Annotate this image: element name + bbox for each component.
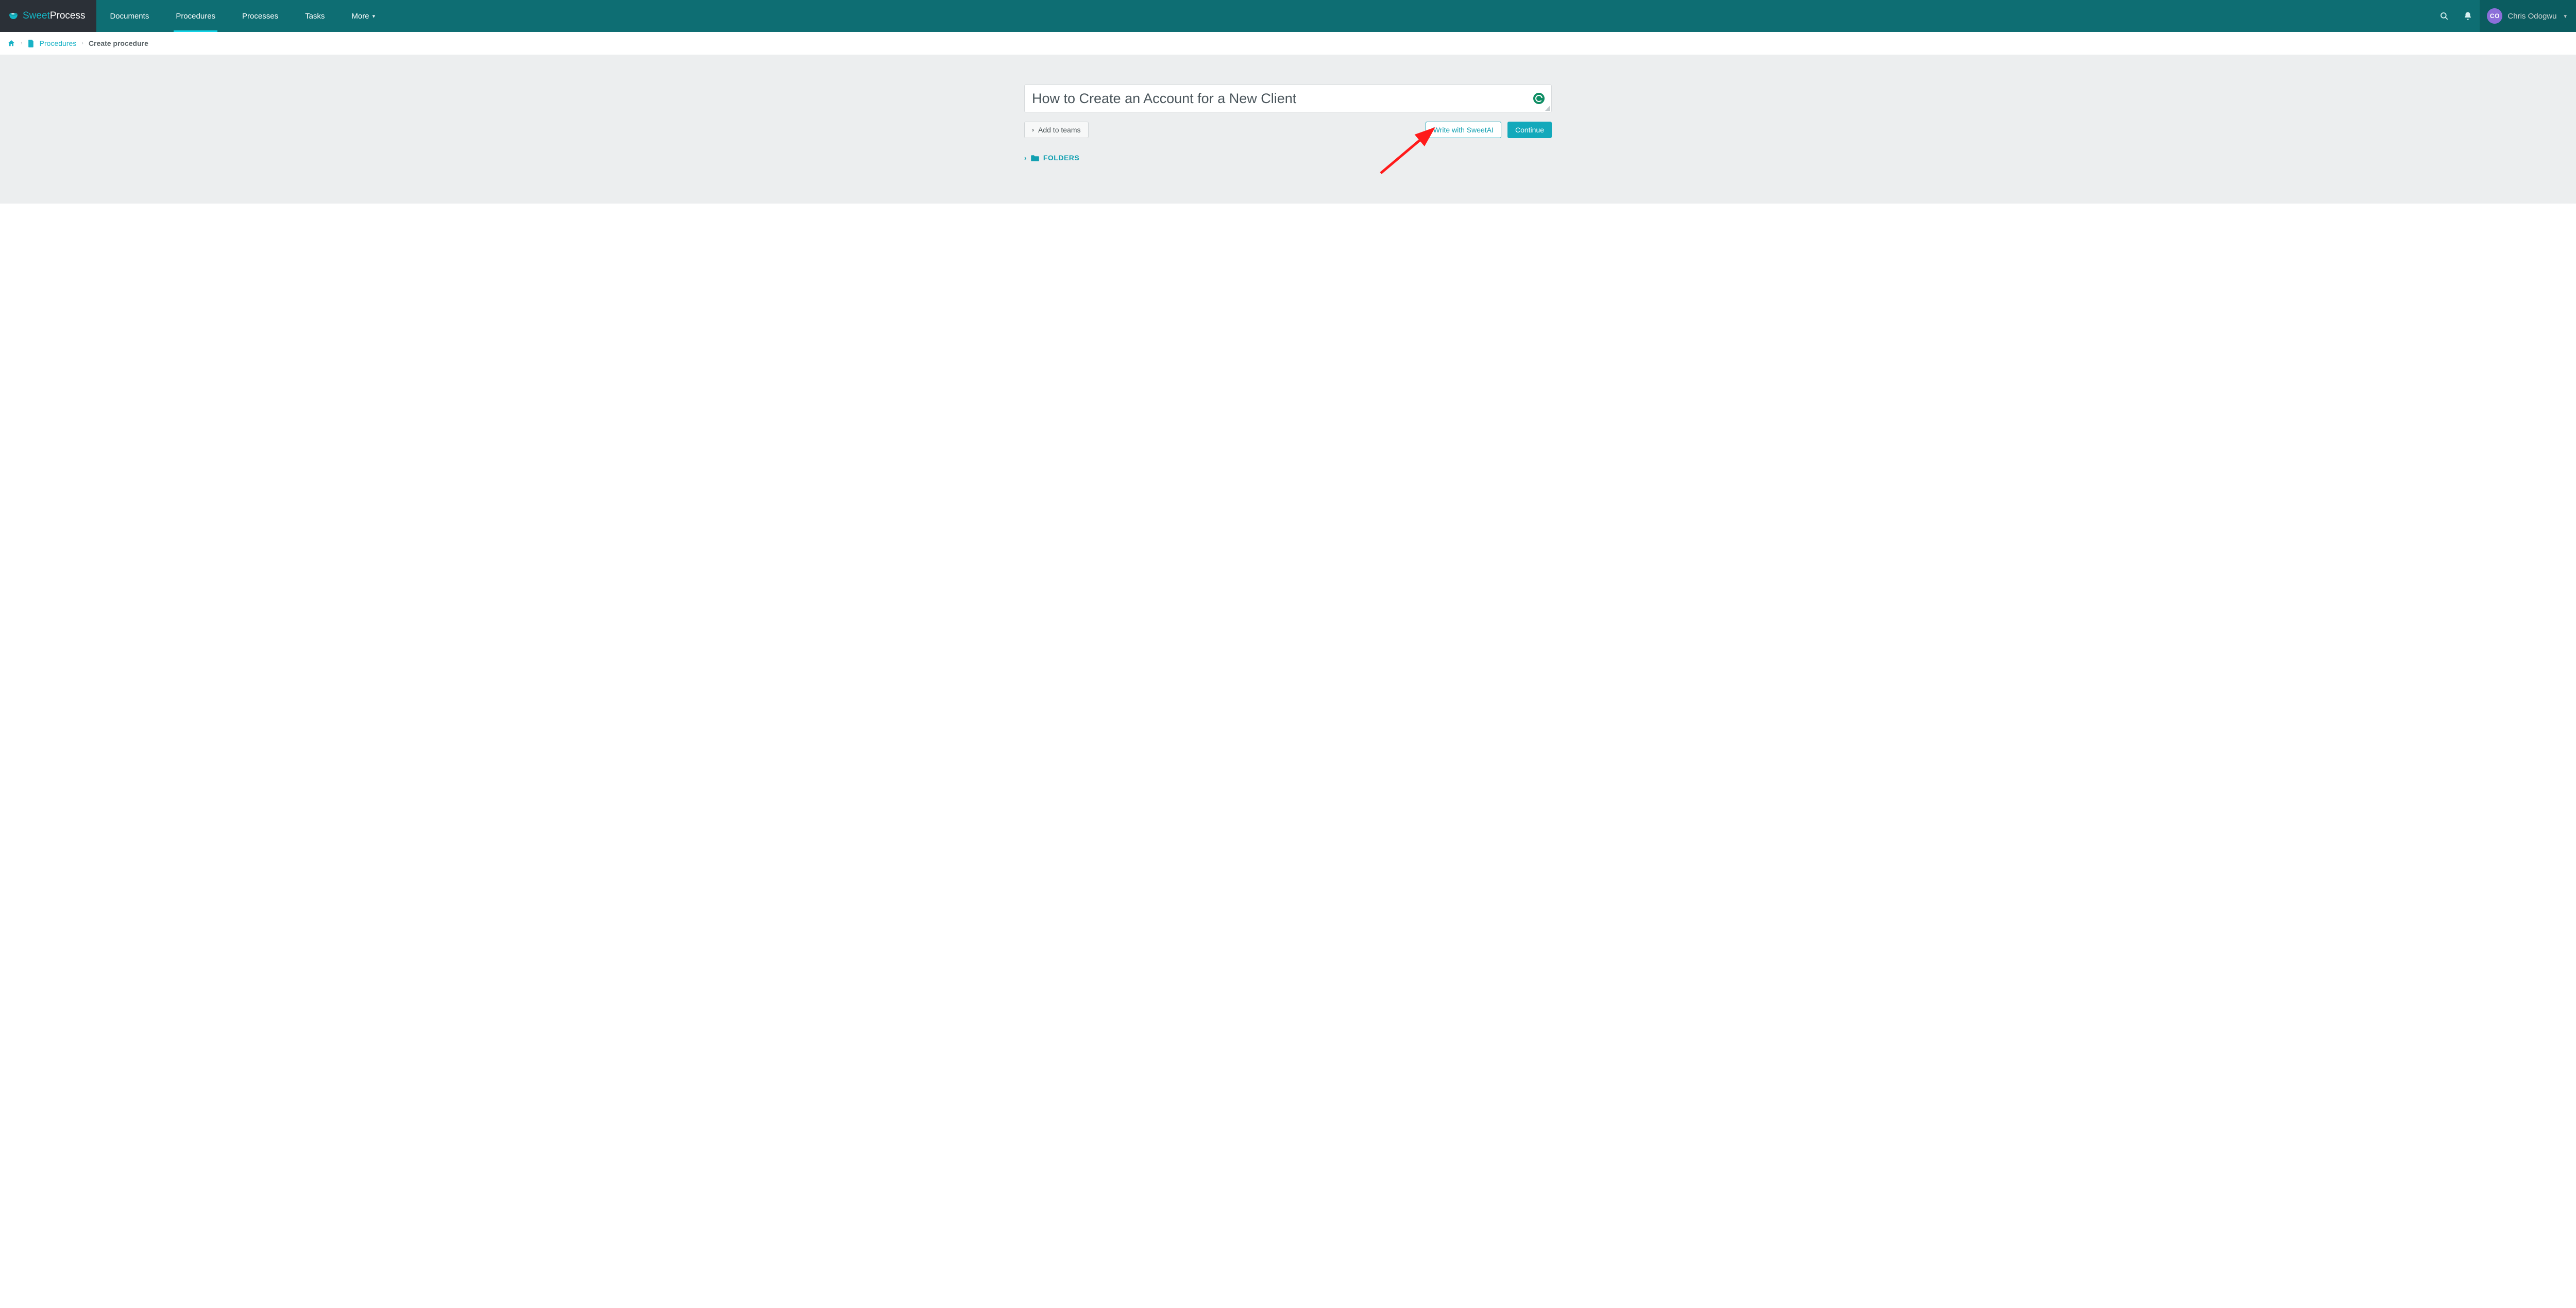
- chevron-down-icon: ▾: [372, 13, 376, 20]
- grammarly-badge[interactable]: [1533, 93, 1545, 104]
- folders-label: FOLDERS: [1043, 154, 1079, 162]
- top-nav: SweetProcess Documents Procedures Proces…: [0, 0, 2576, 32]
- search-icon: [2439, 11, 2449, 21]
- avatar: CO: [2487, 8, 2502, 24]
- title-input-wrap: [1024, 85, 1552, 112]
- nav-more-label: More: [351, 12, 369, 21]
- search-button[interactable]: [2432, 0, 2456, 32]
- breadcrumb-separator: ›: [81, 40, 83, 46]
- folders-toggle[interactable]: › FOLDERS: [1024, 154, 1079, 162]
- document-icon: [28, 40, 35, 47]
- add-to-teams-label: Add to teams: [1038, 126, 1081, 133]
- brand-logo[interactable]: SweetProcess: [0, 0, 96, 32]
- main-area: › Add to teams Write with SweetAI Contin…: [0, 55, 2576, 204]
- nav-procedures[interactable]: Procedures: [162, 0, 229, 32]
- home-icon: [7, 39, 15, 47]
- nav-processes[interactable]: Processes: [229, 0, 292, 32]
- breadcrumb-separator: ›: [21, 40, 23, 46]
- brand-text-sweet: Sweet: [23, 10, 50, 22]
- write-with-sweetai-button[interactable]: Write with SweetAI: [1426, 122, 1501, 138]
- brand-text-process: Process: [50, 10, 86, 22]
- folder-icon: [1031, 155, 1039, 161]
- nav-procedures-label: Procedures: [176, 12, 215, 21]
- notifications-button[interactable]: [2456, 0, 2480, 32]
- breadcrumb-home[interactable]: [7, 39, 15, 47]
- nav-processes-label: Processes: [242, 12, 278, 21]
- continue-button[interactable]: Continue: [1507, 122, 1552, 138]
- add-to-teams-button[interactable]: › Add to teams: [1024, 122, 1089, 138]
- user-menu[interactable]: CO Chris Odogwu ▾: [2480, 0, 2576, 32]
- breadcrumb-procedures-link[interactable]: Procedures: [40, 39, 77, 47]
- breadcrumb-doc-icon-wrap[interactable]: [28, 40, 35, 47]
- write-with-sweetai-label: Write with SweetAI: [1433, 126, 1494, 133]
- nav-tasks[interactable]: Tasks: [292, 0, 338, 32]
- grammarly-icon: [1535, 95, 1543, 102]
- nav-items: Documents Procedures Processes Tasks Mor…: [96, 0, 388, 32]
- avatar-initials: CO: [2490, 12, 2500, 20]
- nav-documents-label: Documents: [110, 12, 149, 21]
- nav-tasks-label: Tasks: [305, 12, 325, 21]
- bell-icon: [2463, 11, 2472, 21]
- continue-label: Continue: [1515, 126, 1544, 133]
- topnav-right: CO Chris Odogwu ▾: [2432, 0, 2576, 32]
- action-row: › Add to teams Write with SweetAI Contin…: [1024, 122, 1552, 138]
- chevron-right-icon: ›: [1032, 127, 1034, 133]
- chevron-down-icon: ▾: [2564, 13, 2567, 20]
- user-name: Chris Odogwu: [2507, 12, 2556, 21]
- nav-more[interactable]: More ▾: [338, 0, 388, 32]
- brand-cup-icon: [7, 10, 20, 22]
- chevron-right-icon: ›: [1024, 154, 1027, 162]
- breadcrumb-current: Create procedure: [89, 39, 148, 47]
- breadcrumb: › Procedures › Create procedure: [0, 32, 2576, 55]
- nav-documents[interactable]: Documents: [96, 0, 162, 32]
- procedure-title-input[interactable]: [1024, 85, 1552, 112]
